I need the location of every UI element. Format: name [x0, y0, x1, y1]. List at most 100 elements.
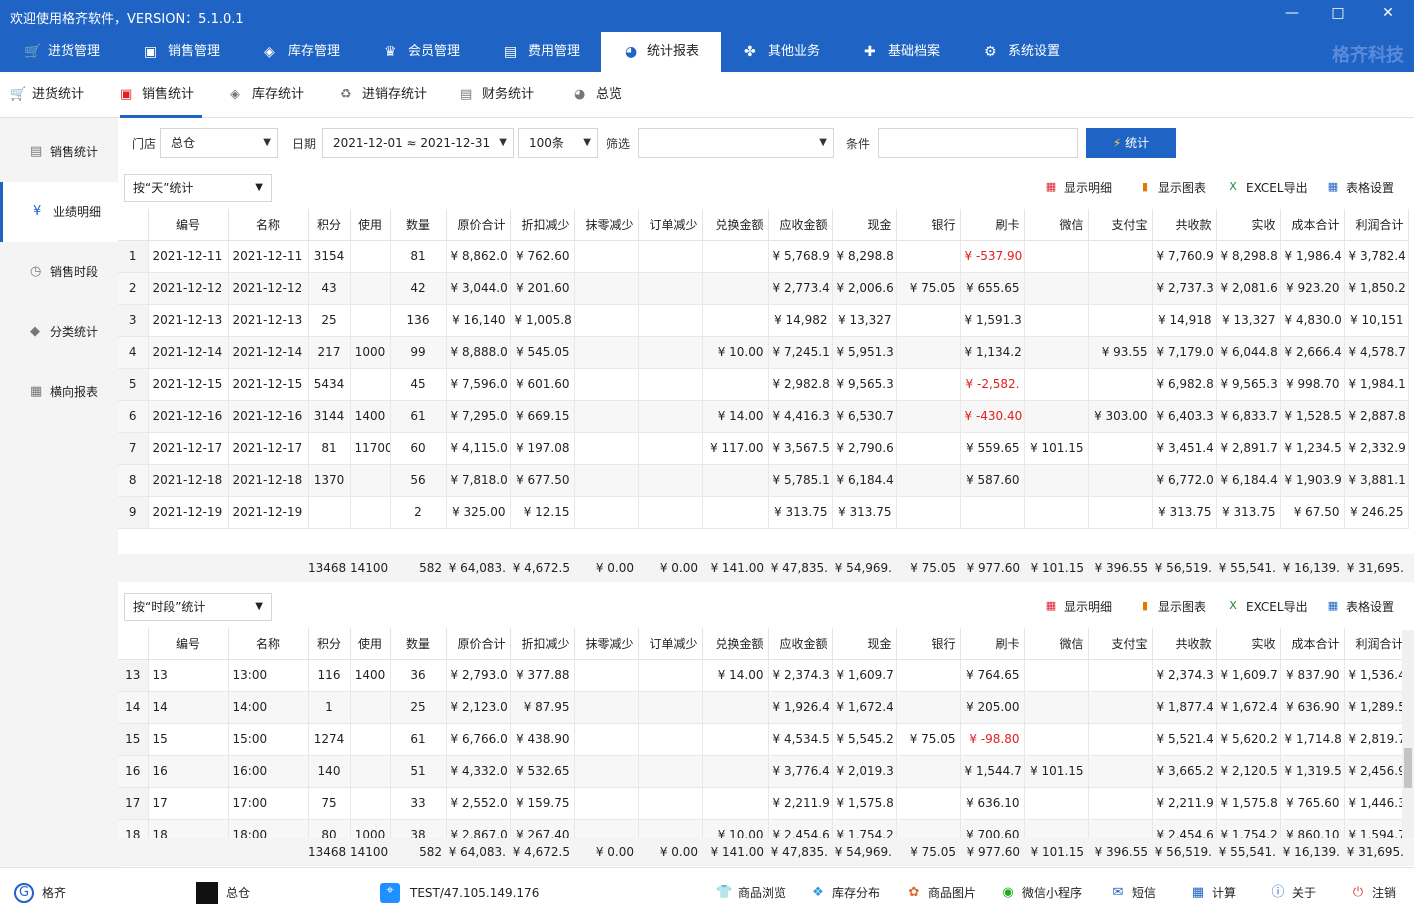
nav-archive[interactable]: ✚ 基础档案	[864, 32, 940, 72]
stock-distribution-link[interactable]: ❖ 库存分布	[810, 885, 880, 901]
wechat-miniprogram-link[interactable]: ◉ 微信小程序	[1000, 885, 1082, 901]
column-header[interactable]: 利润合计	[1344, 628, 1402, 660]
minimize-button[interactable]: —	[1282, 5, 1302, 25]
sidebar-item-performance[interactable]: ¥ 业绩明细	[0, 182, 118, 242]
column-header[interactable]: 抹零减少	[574, 628, 639, 660]
column-header[interactable]: 应收金额	[768, 628, 833, 660]
column-header[interactable]: 成本合计	[1280, 209, 1345, 241]
tab-sales-stats[interactable]: ▣ 销售统计	[120, 72, 202, 118]
table-row[interactable]: 8 2021-12-18 2021-12-18 1370 56 ¥ 7,818.0 ¥ 67…	[118, 464, 1409, 497]
show-detail-button-2[interactable]: ▦ 显示明细	[1044, 599, 1112, 615]
statistics-button[interactable]: ⚡ 统计	[1086, 128, 1176, 158]
nav-reports[interactable]: ◕ 统计报表	[601, 32, 721, 72]
table-settings-button-2[interactable]: ▦ 表格设置	[1326, 599, 1394, 615]
excel-export-button-2[interactable]: X EXCEL导出	[1226, 599, 1307, 615]
column-header[interactable]: 银行	[896, 628, 961, 660]
scroll-thumb[interactable]	[1404, 748, 1412, 788]
goods-image-link[interactable]: ✿ 商品图片	[906, 885, 976, 901]
sms-link[interactable]: ✉ 短信	[1110, 885, 1156, 901]
about-link[interactable]: ⓘ 关于	[1270, 885, 1316, 901]
date-range-picker[interactable]: 2021-12-01 ≈ 2021-12-31 ▼	[322, 128, 514, 158]
sidebar-item-timeslot[interactable]: ◷ 销售时段	[0, 242, 118, 302]
tab-overview[interactable]: ◕ 总览	[574, 72, 622, 118]
sidebar-item-category[interactable]: ◆ 分类统计	[0, 302, 118, 362]
limit-select[interactable]: 100条 ▼	[518, 128, 598, 158]
column-header[interactable]: 积分	[308, 628, 351, 660]
column-header[interactable]: 成本合计	[1280, 628, 1345, 660]
sidebar-item-sales[interactable]: ▤ 销售统计	[0, 122, 118, 182]
column-header[interactable]: 使用	[350, 628, 391, 660]
nav-sales[interactable]: ▣ 销售管理	[144, 32, 220, 72]
column-header[interactable]: 应收金额	[768, 209, 833, 241]
show-detail-button[interactable]: ▦ 显示明细	[1044, 180, 1112, 196]
table-row[interactable]: 2 2021-12-12 2021-12-12 43 42 ¥ 3,044.0 ¥ 201.…	[118, 272, 1409, 305]
column-header[interactable]: 抹零减少	[574, 209, 639, 241]
sidebar-item-horizontal[interactable]: ▦ 横向报表	[0, 362, 118, 422]
table-row[interactable]: 18 18 18:00 80 1000 38 ¥ 2,867.0 ¥ 267.40 ¥ 10.0…	[118, 819, 1402, 838]
column-header[interactable]: 共收款	[1152, 628, 1217, 660]
column-header[interactable]: 数量	[390, 209, 447, 241]
column-header[interactable]: 使用	[350, 209, 391, 241]
column-header[interactable]: 数量	[390, 628, 447, 660]
column-header[interactable]: 刷卡	[960, 628, 1025, 660]
column-header[interactable]: 原价合计	[446, 628, 511, 660]
nav-expense[interactable]: ▤ 费用管理	[504, 32, 580, 72]
column-header[interactable]: 原价合计	[446, 209, 511, 241]
show-chart-button-2[interactable]: ▮ 显示图表	[1138, 599, 1206, 615]
column-header[interactable]: 刷卡	[960, 209, 1025, 241]
column-header[interactable]: 订单减少	[638, 209, 703, 241]
tab-purchase-stats[interactable]: 🛒 进货统计	[10, 72, 84, 118]
filter-select[interactable]: ▼	[638, 128, 834, 158]
column-header[interactable]: 微信	[1024, 209, 1089, 241]
column-header[interactable]: 实收	[1216, 628, 1281, 660]
nav-other[interactable]: ✤ 其他业务	[744, 32, 820, 72]
column-header[interactable]: 编号	[148, 209, 229, 241]
table-row[interactable]: 6 2021-12-16 2021-12-16 3144 1400 61 ¥ 7,295.0…	[118, 400, 1409, 433]
table-row[interactable]: 16 16 16:00 140 51 ¥ 4,332.0 ¥ 532.65 ¥ 3,776.4…	[118, 755, 1402, 788]
column-header[interactable]: 名称	[228, 628, 309, 660]
table-row[interactable]: 14 14 14:00 1 25 ¥ 2,123.0 ¥ 87.95 ¥ 1,926.4 ¥ 1…	[118, 691, 1402, 724]
nav-purchase[interactable]: 🛒 进货管理	[24, 32, 100, 72]
show-chart-button[interactable]: ▮ 显示图表	[1138, 180, 1206, 196]
tab-finance-stats[interactable]: ▤ 财务统计	[460, 72, 534, 118]
table-row[interactable]: 17 17 17:00 75 33 ¥ 2,552.0 ¥ 159.75 ¥ 2,211.9 ¥…	[118, 787, 1402, 820]
nav-inventory[interactable]: ◈ 库存管理	[264, 32, 340, 72]
column-header[interactable]: 折扣减少	[510, 209, 575, 241]
group-by-timeslot-select[interactable]: 按“时段”统计 ▼	[124, 593, 272, 621]
group-by-select[interactable]: 按“天”统计 ▼	[124, 174, 272, 202]
column-header[interactable]: 兑换金额	[702, 628, 769, 660]
table-row[interactable]: 9 2021-12-19 2021-12-19 2 ¥ 325.00 ¥ 12.15 ¥ 3…	[118, 496, 1409, 529]
column-header[interactable]: 实收	[1216, 209, 1281, 241]
excel-export-button[interactable]: X EXCEL导出	[1226, 180, 1307, 196]
nav-settings[interactable]: ⚙ 系统设置	[984, 32, 1060, 72]
store-select[interactable]: 总仓 ▼	[160, 128, 278, 158]
column-header[interactable]: 支付宝	[1088, 209, 1153, 241]
column-header[interactable]: 订单减少	[638, 628, 703, 660]
browse-goods-link[interactable]: 👕 商品浏览	[716, 885, 786, 901]
tab-inventory-stats[interactable]: ◈ 库存统计	[230, 72, 304, 118]
table-row[interactable]: 3 2021-12-13 2021-12-13 25 136 ¥ 16,140 ¥ 1,00…	[118, 304, 1409, 337]
column-header[interactable]: 兑换金额	[702, 209, 769, 241]
column-header[interactable]: 支付宝	[1088, 628, 1153, 660]
table-row[interactable]: 7 2021-12-17 2021-12-17 81 11700 60 ¥ 4,115.0 ¥…	[118, 432, 1409, 465]
column-header[interactable]: 折扣减少	[510, 628, 575, 660]
column-header[interactable]: 共收款	[1152, 209, 1217, 241]
column-header[interactable]: 现金	[832, 209, 897, 241]
logout-link[interactable]: ⏻ 注销	[1350, 885, 1396, 901]
table-row[interactable]: 13 13 13:00 116 1400 36 ¥ 2,793.0 ¥ 377.88 ¥ 14.…	[118, 659, 1402, 692]
column-header[interactable]: 利润合计	[1344, 209, 1409, 241]
column-header[interactable]: 微信	[1024, 628, 1089, 660]
condition-input[interactable]	[878, 128, 1078, 158]
column-header[interactable]: 积分	[308, 209, 351, 241]
table-settings-button[interactable]: ▦ 表格设置	[1326, 180, 1394, 196]
column-header[interactable]: 银行	[896, 209, 961, 241]
vertical-scrollbar[interactable]	[1402, 630, 1414, 860]
table-row[interactable]: 4 2021-12-14 2021-12-14 217 1000 99 ¥ 8,888.0 ¥…	[118, 336, 1409, 369]
table-row[interactable]: 15 15 15:00 1274 61 ¥ 6,766.0 ¥ 438.90 ¥ 4,534.…	[118, 723, 1402, 756]
calculator-link[interactable]: ▦ 计算	[1190, 885, 1236, 901]
close-button[interactable]: ✕	[1378, 5, 1398, 25]
tab-psi-stats[interactable]: ♻ 进销存统计	[340, 72, 427, 118]
column-header[interactable]: 名称	[228, 209, 309, 241]
column-header[interactable]: 现金	[832, 628, 897, 660]
timeslot-table-viewport[interactable]: 编号 名称 积分 使用 数量 原价合计 折扣减少 抹零减少 订单减少 兑换金额 应收金额 现金 银行 刷卡…	[118, 628, 1402, 838]
